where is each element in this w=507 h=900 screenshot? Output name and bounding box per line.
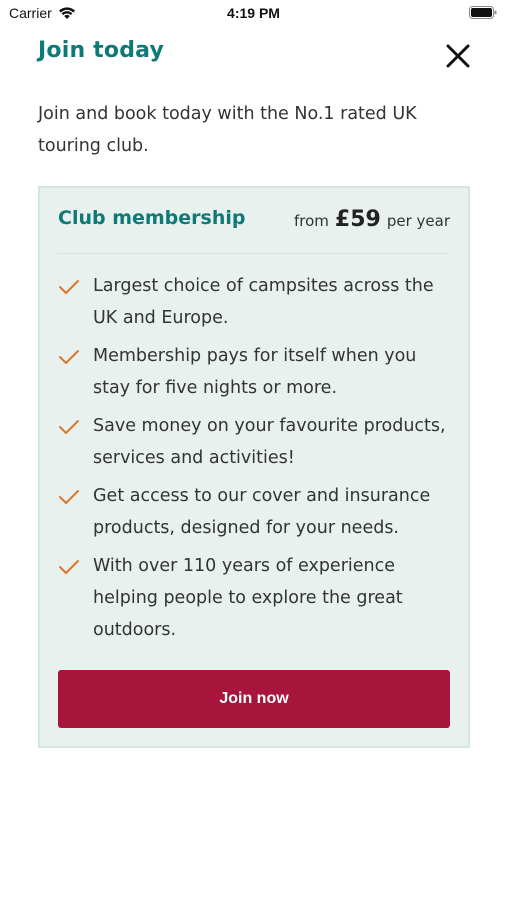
feature-text: Save money on your favourite products, s…	[93, 416, 446, 468]
page-title: Join today	[38, 38, 165, 63]
membership-title: Club membership	[58, 207, 246, 229]
close-icon[interactable]	[444, 42, 472, 70]
intro-text: Join and book today with the No.1 rated …	[38, 104, 417, 156]
feature-list: Largest choice of campsites across the U…	[58, 270, 450, 652]
clock: 4:19 PM	[227, 5, 280, 21]
membership-header: Club membership from £59 per year	[58, 188, 450, 254]
list-item: Get access to our cover and insurance pr…	[58, 480, 450, 544]
battery-icon	[469, 6, 497, 19]
feature-text: Membership pays for itself when you stay…	[93, 346, 417, 398]
price-amount: £59	[334, 207, 381, 232]
feature-text: Get access to our cover and insurance pr…	[93, 486, 431, 538]
membership-price: from £59 per year	[294, 207, 450, 232]
feature-text: Largest choice of campsites across the U…	[93, 276, 434, 328]
check-icon	[59, 420, 79, 434]
list-item: Save money on your favourite products, s…	[58, 410, 450, 474]
list-item: Largest choice of campsites across the U…	[58, 270, 450, 334]
price-period-label: per year	[386, 212, 450, 230]
check-icon	[59, 280, 79, 294]
status-bar: Carrier 4:19 PM	[0, 0, 507, 28]
list-item: Membership pays for itself when you stay…	[58, 340, 450, 404]
list-item: With over 110 years of experience helpin…	[58, 550, 450, 646]
check-icon	[59, 490, 79, 504]
price-from-label: from	[293, 212, 329, 230]
check-icon	[59, 350, 79, 364]
check-icon	[59, 560, 79, 574]
feature-text: With over 110 years of experience helpin…	[93, 556, 403, 640]
join-now-button[interactable]: Join now	[58, 670, 450, 728]
membership-card: Club membership from £59 per year Larges…	[38, 186, 470, 748]
